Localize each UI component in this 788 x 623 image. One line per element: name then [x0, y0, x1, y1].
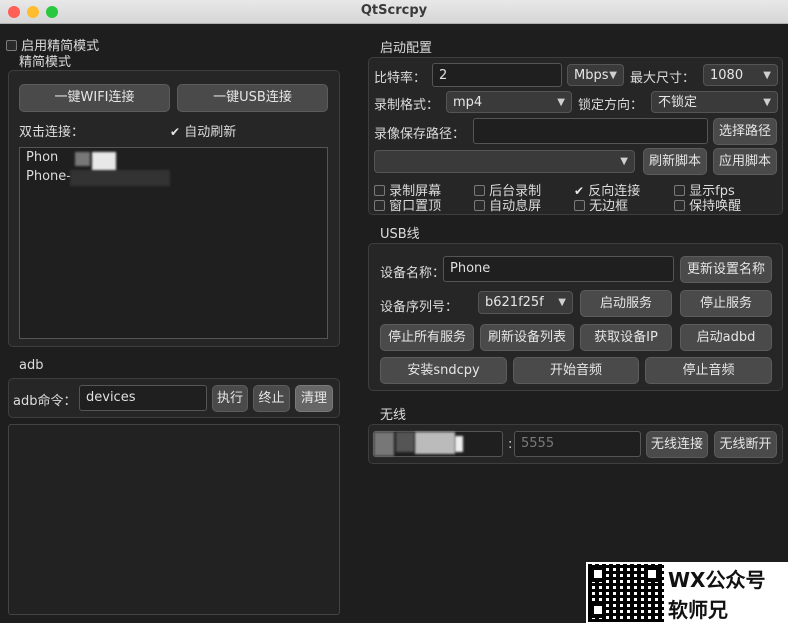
redaction-block — [70, 170, 170, 186]
stop-audio-button[interactable]: 停止音频 — [645, 357, 772, 384]
stay-awake-label: 保持唤醒 — [689, 199, 742, 214]
lock-orientation-label: 锁定方向： — [578, 98, 644, 113]
redaction-block — [374, 432, 394, 456]
watermark-line2: 软师兄 — [668, 598, 728, 622]
wireless-disconnect-button[interactable]: 无线断开 — [714, 431, 777, 458]
get-device-ip-button[interactable]: 获取设备IP — [580, 324, 672, 351]
list-item[interactable]: Phone- — [26, 169, 71, 184]
serial-value: b621f25f — [485, 295, 544, 310]
window-on-top-checkbox[interactable]: 窗口置顶 — [374, 195, 441, 214]
device-list[interactable]: Phon Phone- — [19, 147, 328, 339]
adb-command-label: adb命令： — [13, 394, 77, 409]
clear-button[interactable]: 清理 — [295, 385, 333, 412]
start-adbd-button[interactable]: 启动adbd — [680, 324, 772, 351]
qr-finder-icon — [590, 566, 606, 582]
serial-label: 设备序列号： — [380, 300, 459, 315]
chevron-down-icon: ▼ — [763, 97, 771, 108]
stop-all-services-button[interactable]: 停止所有服务 — [380, 324, 474, 351]
checkbox-box[interactable] — [6, 40, 17, 51]
checkmark-icon: ✔ — [170, 125, 181, 139]
auto-refresh-checkbox[interactable]: ✔ 自动刷新 — [170, 121, 236, 140]
refresh-devices-button[interactable]: 刷新设备列表 — [480, 324, 574, 351]
device-name-input[interactable]: Phone — [443, 256, 674, 282]
chevron-down-icon: ▼ — [620, 156, 628, 167]
terminate-button[interactable]: 终止 — [253, 385, 290, 412]
record-path-input[interactable] — [473, 118, 708, 144]
redaction-block — [415, 432, 455, 454]
double-click-label: 双击连接： — [19, 125, 85, 140]
qr-finder-icon — [644, 566, 660, 582]
title-bar: QtScrcpy — [0, 0, 788, 24]
usb-connect-button[interactable]: 一键USB连接 — [177, 84, 328, 112]
wifi-connect-button[interactable]: 一键WIFI连接 — [19, 84, 170, 112]
stop-service-button[interactable]: 停止服务 — [680, 290, 772, 317]
apply-script-button[interactable]: 应用脚本 — [713, 148, 777, 175]
checkbox-box[interactable] — [474, 200, 485, 211]
device-name-label: 设备名称： — [380, 266, 446, 281]
stay-awake-checkbox[interactable]: 保持唤醒 — [674, 195, 741, 214]
install-sndcpy-button[interactable]: 安装sndcpy — [380, 357, 507, 384]
watermark: WX公众号 软师兄 — [586, 562, 788, 623]
frameless-checkbox[interactable]: 无边框 — [574, 195, 628, 214]
bitrate-label: 比特率： — [374, 71, 427, 86]
checkbox-box[interactable] — [374, 200, 385, 211]
lock-orientation-value: 不锁定 — [658, 95, 698, 110]
adb-command-input[interactable]: devices — [79, 385, 207, 411]
bitrate-input[interactable]: 2 — [432, 63, 562, 87]
usb-group-title: USB线 — [380, 227, 420, 242]
redaction-block — [455, 436, 463, 452]
lock-orientation-select[interactable]: 不锁定 ▼ — [651, 91, 778, 113]
watermark-line1: WX公众号 — [668, 568, 766, 592]
list-item[interactable]: Phon — [26, 150, 58, 165]
redaction-block — [92, 152, 116, 172]
adb-output-area[interactable] — [8, 424, 340, 615]
port-separator: : — [508, 437, 513, 452]
script-select[interactable]: ▼ — [374, 150, 635, 173]
frameless-label: 无边框 — [589, 199, 629, 214]
redaction-block — [396, 432, 414, 452]
chevron-down-icon: ▼ — [609, 70, 617, 81]
select-path-button[interactable]: 选择路径 — [713, 118, 777, 145]
auto-screen-off-label: 自动息屏 — [489, 199, 542, 214]
wireless-port-input[interactable]: 5555 — [514, 431, 641, 457]
chevron-down-icon: ▼ — [558, 297, 566, 308]
wireless-group-title: 无线 — [380, 408, 407, 423]
record-path-label: 录像保存路径： — [374, 127, 466, 142]
start-audio-button[interactable]: 开始音频 — [513, 357, 639, 384]
serial-select[interactable]: b621f25f ▼ — [478, 291, 573, 314]
redaction-block — [75, 152, 90, 166]
qr-finder-icon — [590, 602, 606, 618]
record-format-value: mp4 — [453, 95, 483, 110]
auto-refresh-label: 自动刷新 — [184, 125, 237, 140]
max-size-value: 1080 — [710, 68, 744, 83]
checkbox-box[interactable] — [574, 200, 585, 211]
window-title: QtScrcpy — [360, 3, 428, 18]
refresh-script-button[interactable]: 刷新脚本 — [643, 148, 707, 175]
max-size-label: 最大尺寸： — [630, 71, 696, 86]
adb-group-title: adb — [19, 358, 44, 373]
chevron-down-icon: ▼ — [763, 70, 771, 81]
auto-screen-off-checkbox[interactable]: 自动息屏 — [474, 195, 541, 214]
launch-config-group-title: 启动配置 — [380, 41, 433, 56]
update-name-button[interactable]: 更新设置名称 — [680, 256, 772, 283]
start-service-button[interactable]: 启动服务 — [580, 290, 672, 317]
simple-mode-group-title: 精简模式 — [19, 55, 72, 70]
record-format-select[interactable]: mp4 ▼ — [446, 91, 572, 113]
checkbox-box[interactable] — [674, 200, 685, 211]
wireless-connect-button[interactable]: 无线连接 — [646, 431, 708, 458]
execute-button[interactable]: 执行 — [212, 385, 248, 412]
chevron-down-icon: ▼ — [557, 97, 565, 108]
bitrate-unit-value: Mbps — [574, 68, 609, 83]
bitrate-unit-select[interactable]: Mbps ▼ — [567, 64, 624, 86]
window-on-top-label: 窗口置顶 — [389, 199, 442, 214]
record-format-label: 录制格式： — [374, 98, 440, 113]
max-size-select[interactable]: 1080 ▼ — [703, 64, 778, 86]
